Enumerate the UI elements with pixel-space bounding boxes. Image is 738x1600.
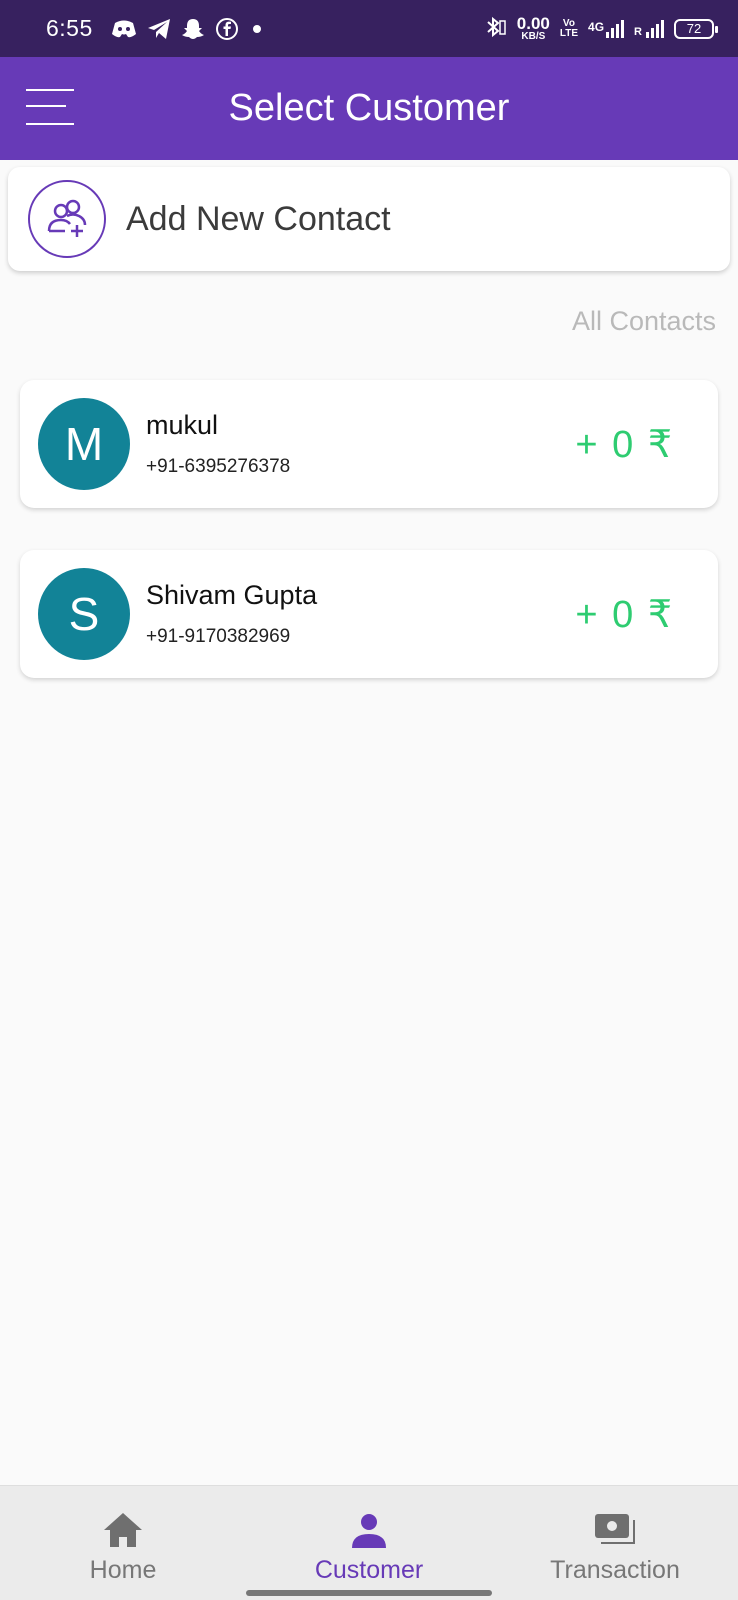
bluetooth-icon [483, 15, 507, 42]
net-speed-unit: KB/S [521, 31, 546, 42]
volte-bottom: LTE [559, 27, 579, 39]
contact-name: mukul [146, 410, 219, 440]
nav-home[interactable]: Home [0, 1486, 246, 1600]
page-title: Select Customer [228, 87, 510, 129]
status-system-icons: 0.00 KB/S Vo LTE 4G R 72 [483, 15, 718, 42]
contact-balance: + 0 ₹ [575, 424, 674, 466]
signal-icon: 4G [588, 19, 625, 38]
roaming-indicator: R [634, 25, 642, 38]
gesture-bar[interactable] [246, 1590, 492, 1596]
nav-transaction[interactable]: Transaction [492, 1486, 738, 1600]
volte-indicator: Vo LTE [559, 17, 579, 39]
volte-top: Vo [562, 17, 575, 29]
add-user-icon [28, 180, 106, 258]
status-notification-icons [111, 17, 265, 41]
nav-customer-label: Customer [314, 1556, 424, 1584]
avatar: M [38, 398, 130, 490]
contact-phone: +91-9170382969 [146, 626, 291, 647]
nav-transaction-label: Transaction [550, 1556, 680, 1584]
contact-card[interactable]: M mukul +91-6395276378 + 0 ₹ [20, 380, 718, 508]
money-icon [591, 1508, 639, 1552]
avatar: S [38, 568, 130, 660]
notification-dot-icon [249, 21, 265, 37]
home-icon [101, 1508, 145, 1552]
contact-name: Shivam Gupta [146, 580, 318, 610]
add-new-contact-label: Add New Contact [126, 199, 391, 238]
all-contacts-label: All Contacts [571, 306, 716, 336]
facebook-icon [215, 17, 239, 41]
net-speed: 0.00 KB/S [517, 15, 550, 42]
person-icon [349, 1508, 389, 1552]
nav-home-label: Home [89, 1556, 157, 1584]
add-new-contact-button[interactable]: Add New Contact [8, 167, 730, 271]
contact-card[interactable]: S Shivam Gupta +91-9170382969 + 0 ₹ [20, 550, 718, 678]
app-bar: Select Customer [0, 57, 738, 160]
battery-level: 72 [686, 21, 702, 36]
nav-customer[interactable]: Customer [246, 1486, 492, 1600]
page: 6:55 0.00 KB/S Vo LTE 4G R 72 Select Cus… [0, 0, 738, 1600]
battery-icon: 72 [674, 18, 718, 39]
network-type: 4G [588, 19, 605, 34]
bottom-nav: Home Customer Transaction [0, 1485, 738, 1600]
telegram-icon [147, 18, 171, 40]
discord-icon [111, 19, 137, 39]
status-time: 6:55 [46, 15, 93, 41]
contact-phone: +91-6395276378 [146, 456, 291, 477]
contact-balance: + 0 ₹ [575, 594, 674, 636]
snapchat-icon [181, 17, 205, 41]
net-speed-value: 0.00 [516, 14, 550, 33]
status-bar: 6:55 0.00 KB/S Vo LTE 4G R 72 [0, 0, 738, 57]
signal-icon: R [634, 19, 664, 38]
